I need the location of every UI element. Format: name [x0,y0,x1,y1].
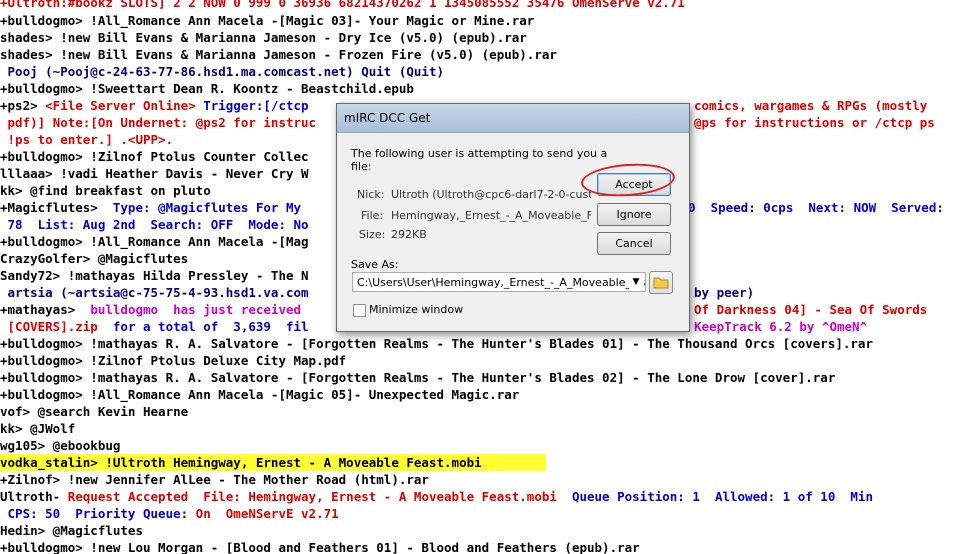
chat-line: +bulldogmo> !All_Romance Ann Macela -[Ma… [0,234,309,249]
chat-line: +bulldogmo> !new Lou Morgan - [Blood and… [0,540,640,554]
save-as-label: Save As: [351,258,399,271]
chat-line: [COVERS].zip for a total of 3,639 fil Kee… [0,319,868,334]
chat-line: Ultroth- Request Accepted File: Hemingwa… [0,489,873,504]
chat-line: Hedin> @Magicflutes [0,523,143,538]
chat-line: Sandy72> !mathayas Hilda Pressley - The … [0,268,309,283]
chat-line: wg105> @ebookbug [0,438,121,453]
message-line: The following user is attempting to send… [351,147,608,160]
chat-line: +bulldogmo> !Sweettart Dean R. Koontz - … [0,81,414,96]
chat-line: lllaaa> !vadi Heather Davis - Never Cry … [0,166,309,181]
chat-line: +bulldogmo> !Zilnof Ptolus Counter Colle… [0,149,309,164]
file-value: Hemingway,_Ernest_-_A_Moveable_Fea [391,209,591,222]
browse-folder-button[interactable] [649,271,673,294]
minimize-window-label: Minimize window [369,303,464,316]
message-line: file: [351,160,372,173]
chat-line: pdf)] Note:[On Undernet: @ps2 for instru… [0,115,935,130]
dialog-title: mIRC DCC Get [344,111,431,125]
chat-line: artsia (~artsia@c-75-75-4-93.hsd1.va.com… [0,285,755,300]
minimize-window-checkbox[interactable] [353,304,366,317]
nick-label: Nick: [357,188,385,201]
chat-line: +bulldogmo> !All_Romance Ann Macela -[Ma… [0,387,520,402]
chat-line: +mathayas> bulldogmo has just received Of… [0,302,928,317]
chat-line-highlighted: vodka_stalin> !Ultroth Hemingway, Ernest… [0,454,546,471]
chat-line: +ps2> <File Server Online> Trigger:[/ctc… [0,98,928,113]
chat-line: CrazyGolfer> @Magicflutes [0,251,189,266]
nick-value: Ultroth (Ultroth@cpc6-darl7-2-0-cust182 [391,188,591,201]
cancel-button[interactable]: Cancel [597,232,671,255]
chat-line: !ps to enter.] .<UPP>. [0,132,174,147]
chat-line: +Magicflutes> Type: @Magicflutes For My 0… [0,200,944,215]
size-value: 292KB [391,228,427,241]
dialog-titlebar[interactable]: mIRC DCC Get [337,104,689,133]
chat-line: vof> @search Kevin Hearne [0,404,189,419]
chat-line: shades> !new Bill Evans & Marianna James… [0,30,527,45]
chevron-down-icon[interactable]: ▼ [629,273,643,291]
chat-line: +bulldogmo> !mathayas R. A. Salvatore - … [0,336,873,351]
chat-line: 78 List: Aug 2nd Search: OFF Mode: No [0,217,309,232]
chat-line: kk> @JWolf [0,421,76,436]
dcc-get-dialog: mIRC DCC Get The following user is attem… [336,103,690,332]
chat-line: +bulldogmo> !Zilnof Ptolus Deluxe City M… [0,353,347,368]
chat-line: +bulldogmo> !mathayas R. A. Salvatore - … [0,370,836,385]
ignore-button[interactable]: Ignore [597,203,671,226]
dialog-message: The following user is attempting to send… [351,147,607,173]
chat-line: +Ultroth:#bookz SLOTS] 2 2 NOW 0 999 0 3… [0,0,685,10]
save-as-path-field[interactable]: C:\Users\User\Hemingway,_Ernest_-_A_Move… [352,272,646,292]
chat-line: kk> @find breakfast on pluto [0,183,211,198]
file-label: File: [361,209,384,222]
chat-line: +Zilnof> !new Jennifer AlLee - The Mothe… [0,472,429,487]
chat-line: CPS: 50 Priority Queue: On OmeNServE v2.… [0,506,339,521]
save-as-path-value: C:\Users\User\Hemingway,_Ernest_-_A_Move… [357,276,646,289]
chat-line: Pooj (~Pooj@c-24-63-77-86.hsd1.ma.comcas… [0,64,445,79]
chat-line: shades> !new Bill Evans & Marianna James… [0,47,557,62]
size-label: Size: [359,228,386,241]
chat-line: +bulldogmo> !All_Romance Ann Macela -[Ma… [0,13,535,28]
folder-icon [653,277,669,289]
